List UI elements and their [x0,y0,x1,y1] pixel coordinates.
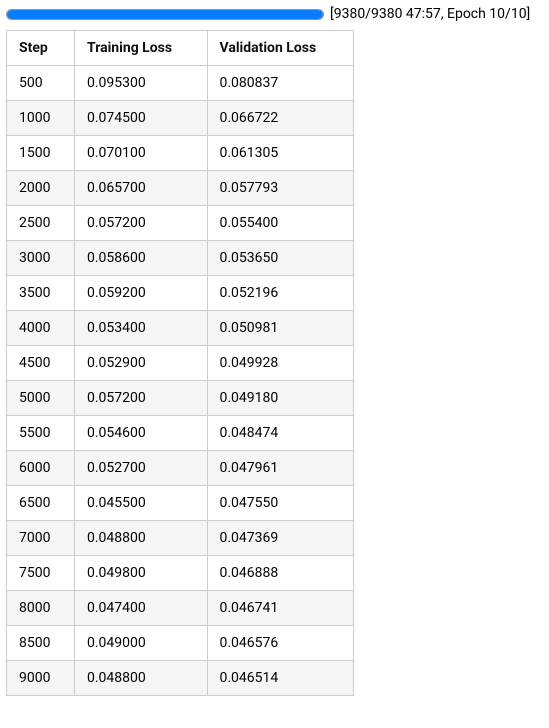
cell-step: 6500 [7,486,75,521]
cell-validation-loss: 0.047550 [207,486,354,521]
progress-row: [9380/9380 47:57, Epoch 10/10] [6,6,543,22]
table-row: 80000.0474000.046741 [7,591,354,626]
cell-training-loss: 0.058600 [75,241,208,276]
cell-validation-loss: 0.057793 [207,171,354,206]
cell-validation-loss: 0.046888 [207,556,354,591]
cell-step: 3000 [7,241,75,276]
table-body: 5000.0953000.08083710000.0745000.0667221… [7,66,354,696]
col-training-loss: Training Loss [75,31,208,66]
cell-validation-loss: 0.047369 [207,521,354,556]
cell-validation-loss: 0.052196 [207,276,354,311]
table-row: 40000.0534000.050981 [7,311,354,346]
table-row: 35000.0592000.052196 [7,276,354,311]
cell-training-loss: 0.052700 [75,451,208,486]
table-row: 20000.0657000.057793 [7,171,354,206]
cell-step: 2000 [7,171,75,206]
cell-training-loss: 0.065700 [75,171,208,206]
cell-step: 8000 [7,591,75,626]
cell-training-loss: 0.047400 [75,591,208,626]
cell-training-loss: 0.052900 [75,346,208,381]
table-row: 75000.0498000.046888 [7,556,354,591]
cell-step: 4000 [7,311,75,346]
cell-validation-loss: 0.053650 [207,241,354,276]
col-step: Step [7,31,75,66]
cell-validation-loss: 0.047961 [207,451,354,486]
cell-step: 6000 [7,451,75,486]
table-row: 65000.0455000.047550 [7,486,354,521]
loss-table: Step Training Loss Validation Loss 5000.… [6,30,354,696]
cell-validation-loss: 0.066722 [207,101,354,136]
cell-training-loss: 0.053400 [75,311,208,346]
cell-validation-loss: 0.061305 [207,136,354,171]
table-row: 15000.0701000.061305 [7,136,354,171]
cell-validation-loss: 0.046514 [207,661,354,696]
cell-training-loss: 0.048800 [75,521,208,556]
cell-validation-loss: 0.080837 [207,66,354,101]
cell-step: 500 [7,66,75,101]
cell-step: 7500 [7,556,75,591]
cell-step: 9000 [7,661,75,696]
table-row: 45000.0529000.049928 [7,346,354,381]
cell-step: 4500 [7,346,75,381]
cell-step: 7000 [7,521,75,556]
cell-training-loss: 0.049800 [75,556,208,591]
table-row: 30000.0586000.053650 [7,241,354,276]
progress-bar [6,9,324,20]
col-validation-loss: Validation Loss [207,31,354,66]
cell-validation-loss: 0.046741 [207,591,354,626]
cell-training-loss: 0.059200 [75,276,208,311]
table-row: 60000.0527000.047961 [7,451,354,486]
cell-validation-loss: 0.048474 [207,416,354,451]
cell-validation-loss: 0.049928 [207,346,354,381]
cell-training-loss: 0.045500 [75,486,208,521]
cell-validation-loss: 0.050981 [207,311,354,346]
table-row: 70000.0488000.047369 [7,521,354,556]
cell-training-loss: 0.095300 [75,66,208,101]
table-row: 85000.0490000.046576 [7,626,354,661]
cell-step: 3500 [7,276,75,311]
cell-step: 8500 [7,626,75,661]
cell-training-loss: 0.048800 [75,661,208,696]
cell-step: 1500 [7,136,75,171]
table-header-row: Step Training Loss Validation Loss [7,31,354,66]
table-row: 90000.0488000.046514 [7,661,354,696]
table-row: 25000.0572000.055400 [7,206,354,241]
cell-training-loss: 0.070100 [75,136,208,171]
table-row: 10000.0745000.066722 [7,101,354,136]
cell-step: 5000 [7,381,75,416]
cell-training-loss: 0.057200 [75,206,208,241]
cell-validation-loss: 0.046576 [207,626,354,661]
progress-fill [7,10,323,19]
cell-training-loss: 0.054600 [75,416,208,451]
table-row: 50000.0572000.049180 [7,381,354,416]
cell-step: 2500 [7,206,75,241]
cell-training-loss: 0.074500 [75,101,208,136]
cell-validation-loss: 0.049180 [207,381,354,416]
cell-validation-loss: 0.055400 [207,206,354,241]
table-row: 5000.0953000.080837 [7,66,354,101]
cell-training-loss: 0.049000 [75,626,208,661]
table-row: 55000.0546000.048474 [7,416,354,451]
cell-training-loss: 0.057200 [75,381,208,416]
progress-label: [9380/9380 47:57, Epoch 10/10] [330,6,530,22]
cell-step: 1000 [7,101,75,136]
cell-step: 5500 [7,416,75,451]
